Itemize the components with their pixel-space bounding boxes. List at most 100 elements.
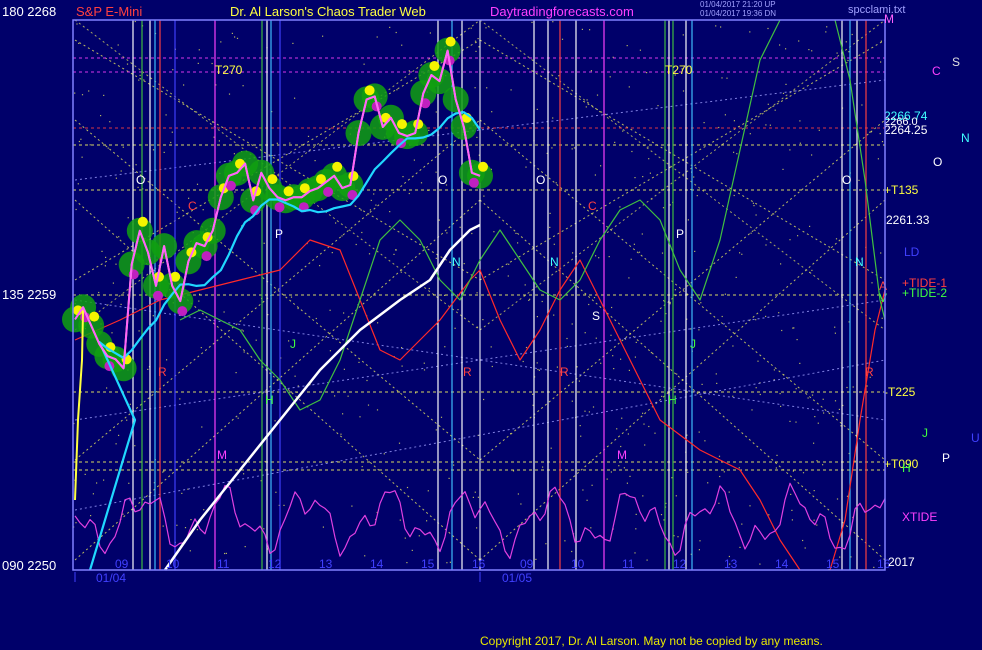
grid-dot (578, 380, 580, 382)
chart-letter: H (668, 393, 677, 407)
grid-dot (395, 31, 397, 34)
grid-dot (211, 62, 213, 65)
grid-dot (115, 443, 117, 445)
grid-dot (572, 252, 574, 254)
grid-dot (780, 263, 782, 265)
grid-dot (408, 192, 410, 195)
grid-dot (600, 165, 602, 167)
grid-dot (693, 176, 695, 178)
grid-dot (294, 97, 296, 99)
copyright-notice: Copyright 2017, Dr. Al Larson. May not b… (480, 634, 823, 648)
grid-dot (721, 315, 723, 318)
grid-dot (118, 434, 120, 436)
grid-dot (674, 289, 676, 291)
grid-dot (375, 204, 377, 206)
grid-dot (275, 491, 277, 493)
chart-letter: N (452, 255, 461, 269)
grid-dot (586, 499, 588, 501)
grid-dot (552, 117, 554, 119)
grid-dot (724, 114, 726, 116)
grid-dot (408, 70, 410, 72)
grid-dot (84, 473, 86, 475)
grid-dot (355, 243, 357, 246)
chart-letter: R (158, 365, 167, 379)
y-axis-label: 090 2250 (2, 558, 56, 573)
grid-dot (813, 519, 815, 521)
grid-dot (400, 271, 402, 273)
grid-dot (477, 496, 479, 498)
grid-dot (486, 87, 488, 89)
grid-dot (77, 183, 79, 185)
grid-dot (584, 410, 586, 412)
grid-dot (669, 301, 671, 303)
grid-dot (289, 142, 291, 144)
grid-dot (139, 74, 141, 76)
chart-letter: H (265, 393, 274, 407)
grid-dot (515, 232, 517, 234)
grid-dot (532, 393, 534, 395)
grid-dot (510, 89, 512, 91)
grid-dot (643, 423, 645, 425)
grid-dot (733, 120, 735, 122)
site-title: Dr. Al Larson's Chaos Trader Web (230, 4, 426, 19)
grid-dot (795, 421, 797, 423)
planet-label: H (902, 461, 911, 475)
grid-dot (558, 75, 560, 77)
x-tick-label: 16 (472, 557, 486, 571)
grid-dot (470, 27, 472, 29)
grid-dot (606, 478, 608, 480)
line-label: -T225 (884, 385, 916, 399)
grid-dot (520, 503, 522, 505)
grid-dot (122, 146, 124, 148)
grid-dot (626, 45, 628, 47)
grid-dot (342, 413, 344, 415)
grid-dot (537, 368, 539, 371)
grid-dot (176, 211, 178, 213)
grid-dot (571, 400, 573, 402)
grid-dot (234, 191, 236, 193)
grid-dot (798, 40, 800, 42)
grid-dot (564, 540, 566, 542)
grid-dot (635, 528, 637, 530)
grid-dot (202, 209, 204, 211)
grid-dot (694, 250, 696, 252)
grid-dot (791, 519, 793, 521)
grid-dot (81, 94, 84, 96)
grid-dot (698, 549, 700, 551)
grid-dot (861, 104, 863, 106)
grid-dot (588, 411, 590, 413)
grid-dot (223, 311, 225, 313)
grid-dot (792, 327, 794, 329)
grid-dot (700, 302, 702, 304)
grid-dot (242, 85, 244, 87)
grid-dot (135, 164, 137, 166)
grid-dot (343, 312, 345, 314)
chart-letter: R (865, 365, 874, 379)
grid-dot (241, 329, 243, 331)
chart-letter: O (536, 173, 545, 187)
grid-dot (808, 49, 810, 51)
grid-dot (190, 519, 192, 521)
grid-dot (813, 490, 815, 492)
grid-dot (802, 472, 805, 474)
grid-dot (126, 419, 128, 421)
grid-dot (620, 445, 622, 448)
grid-dot (733, 194, 735, 197)
chart-letter: J (690, 337, 696, 351)
grid-dot (647, 146, 649, 148)
grid-dot (377, 322, 379, 324)
grid-dot (836, 498, 839, 500)
y-axis-label: 135 2259 (2, 287, 56, 302)
grid-dot (235, 372, 237, 374)
grid-dot (376, 36, 378, 38)
site-url[interactable]: Daytradingforecasts.com (490, 4, 634, 19)
grid-dot (845, 41, 847, 43)
chart-letter: C (588, 199, 597, 213)
grid-dot (401, 365, 403, 367)
grid-dot (682, 34, 684, 36)
grid-dot (749, 505, 751, 507)
grid-dot (517, 493, 519, 495)
x-tick-label: 12 (268, 557, 282, 571)
grid-dot (566, 337, 568, 340)
grid-dot (274, 420, 276, 422)
